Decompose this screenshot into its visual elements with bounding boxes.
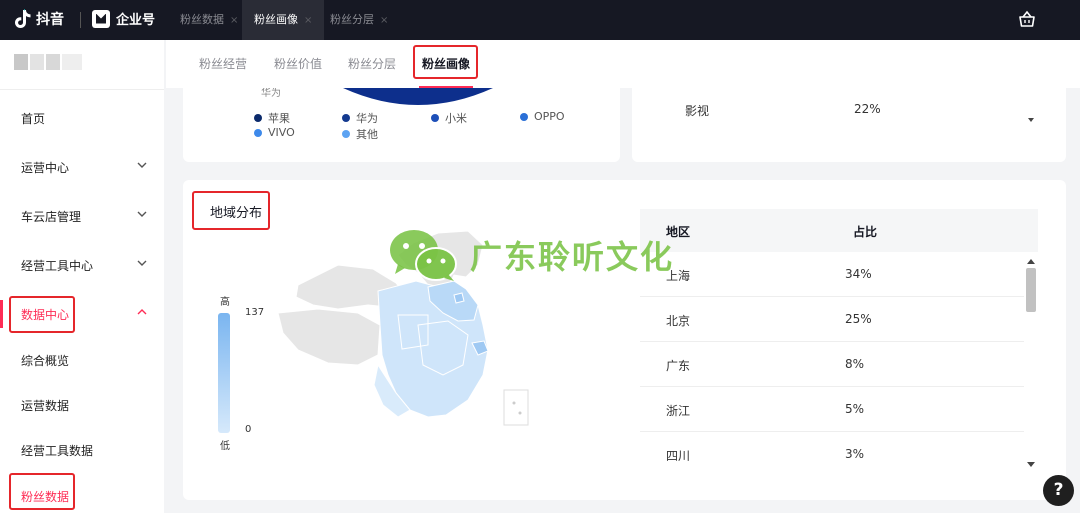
- legend-label: VIVO: [268, 126, 295, 139]
- device-pie-chart: [343, 88, 493, 105]
- sidebar: 首页 运营中心 车云店管理 经营工具中心 数据中心 综合概览 运营数据 经营工具…: [0, 40, 164, 513]
- top-tab-fan-profile[interactable]: 粉丝画像 ×: [242, 0, 325, 40]
- douyin-logo[interactable]: 抖音: [14, 9, 64, 29]
- account-avatar[interactable]: [14, 54, 82, 70]
- region-name: 浙江: [666, 404, 691, 418]
- tab-fan-management[interactable]: 粉丝经营: [199, 55, 247, 72]
- chevron-up-icon: [137, 309, 147, 315]
- table-row: 上海 34%: [640, 252, 1024, 297]
- legend-item: VIVO: [254, 126, 295, 139]
- table-row: 四川 3%: [640, 432, 1024, 477]
- region-share: 5%: [845, 402, 865, 416]
- top-bar: 抖音 企业号 粉丝数据 × 粉丝画像 × 粉丝分层 ×: [0, 0, 1080, 40]
- sidebar-subitem-label: 综合概览: [21, 354, 70, 368]
- region-name: 四川: [666, 449, 691, 463]
- legend-item: OPPO: [520, 110, 565, 123]
- highlight-box-tab: [413, 45, 478, 79]
- interest-name: 影视: [685, 104, 710, 118]
- legend-label: OPPO: [534, 110, 565, 123]
- active-indicator: [0, 300, 3, 328]
- map-legend-bar[interactable]: [218, 313, 230, 433]
- chevron-down-icon: [137, 260, 147, 266]
- brand-divider: [80, 12, 81, 28]
- region-share: 25%: [845, 312, 872, 326]
- legend-label: 小米: [445, 112, 467, 125]
- enterprise-logo[interactable]: 企业号: [92, 9, 155, 28]
- legend-dot: [431, 114, 439, 122]
- top-tab-label: 粉丝数据: [180, 13, 224, 26]
- legend-high-label: 高: [220, 297, 230, 308]
- enterprise-icon: [92, 9, 110, 28]
- sidebar-item-tools[interactable]: 经营工具中心: [0, 243, 164, 287]
- scrollbar[interactable]: [1026, 88, 1036, 128]
- legend-dot: [342, 114, 350, 122]
- legend-item: 小米: [431, 110, 467, 126]
- legend-label: 苹果: [268, 112, 290, 125]
- highlight-box-title: [192, 191, 270, 230]
- table-row: 广东 8%: [640, 342, 1024, 387]
- top-tab-fan-data[interactable]: 粉丝数据 ×: [168, 0, 250, 40]
- legend-item: 华为: [342, 110, 378, 126]
- legend-dot: [342, 130, 350, 138]
- tab-fan-value[interactable]: 粉丝价值: [274, 55, 322, 72]
- top-tab-fan-tier[interactable]: 粉丝分层 ×: [318, 0, 400, 40]
- sidebar-subitem-label: 经营工具数据: [21, 444, 94, 458]
- legend-max-value: 137: [245, 307, 265, 318]
- region-name: 广东: [666, 359, 691, 373]
- legend-item: 苹果: [254, 110, 290, 126]
- table-header: 地区 占比: [640, 209, 1038, 252]
- sidebar-item-home[interactable]: 首页: [0, 96, 164, 140]
- close-icon[interactable]: ×: [380, 15, 388, 26]
- legend-label: 其他: [356, 128, 378, 141]
- close-icon[interactable]: ×: [304, 15, 312, 26]
- chevron-down-icon: [137, 162, 147, 168]
- table-scrollbar[interactable]: [1024, 254, 1038, 472]
- sidebar-item-car-store[interactable]: 车云店管理: [0, 194, 164, 238]
- legend-min-value: 0: [245, 424, 252, 435]
- region-share: 3%: [845, 447, 865, 461]
- highlight-box-fan-data: [9, 473, 75, 510]
- table-row: 北京 25%: [640, 297, 1024, 342]
- device-card: 华为: [183, 88, 620, 162]
- region-share: 8%: [845, 357, 865, 371]
- region-share: 34%: [845, 267, 872, 281]
- sidebar-item-label: 首页: [21, 112, 46, 126]
- wechat-icon: [390, 230, 457, 281]
- watermark: 广东聆听文化: [388, 228, 674, 282]
- sidebar-subitem-overview[interactable]: 综合概览: [0, 340, 164, 380]
- sidebar-divider: [0, 89, 164, 90]
- legend-item: 其他: [342, 126, 378, 142]
- brand-label: 抖音: [36, 12, 64, 28]
- legend-label: 华为: [356, 112, 378, 125]
- basket-icon[interactable]: [1018, 10, 1036, 28]
- top-tab-label: 粉丝画像: [254, 13, 298, 26]
- douyin-icon: [15, 9, 31, 28]
- watermark-text: 广东聆听文化: [470, 238, 675, 276]
- chevron-down-icon: [137, 211, 147, 217]
- sidebar-item-operations[interactable]: 运营中心: [0, 145, 164, 189]
- help-button[interactable]: ?: [1043, 475, 1074, 506]
- table-row: 浙江 5%: [640, 387, 1024, 432]
- sidebar-subitem-label: 运营数据: [21, 399, 70, 413]
- enterprise-label: 企业号: [116, 13, 156, 28]
- legend-low-label: 低: [220, 441, 230, 452]
- region-name: 北京: [666, 314, 691, 328]
- top-tab-label: 粉丝分层: [330, 13, 374, 26]
- legend-dot: [520, 112, 528, 121]
- interest-value: 22%: [854, 102, 881, 116]
- legend-dot: [254, 114, 262, 122]
- highlight-box-data-center: [9, 296, 75, 333]
- close-icon[interactable]: ×: [230, 15, 238, 26]
- sidebar-item-label: 车云店管理: [21, 210, 82, 224]
- column-header-share: 占比: [853, 225, 878, 239]
- pie-slice-label: 华为: [261, 88, 281, 99]
- tab-fan-tier[interactable]: 粉丝分层: [348, 55, 396, 72]
- sidebar-item-label: 运营中心: [21, 161, 70, 175]
- legend-dot: [254, 128, 262, 137]
- sidebar-item-label: 经营工具中心: [21, 259, 94, 273]
- sidebar-subitem-tools-data[interactable]: 经营工具数据: [0, 430, 164, 470]
- sub-tabs: 粉丝经营 粉丝价值 粉丝分层 粉丝画像: [166, 40, 1080, 88]
- sidebar-subitem-operations-data[interactable]: 运营数据: [0, 385, 164, 425]
- interest-card: 影视 22%: [632, 88, 1066, 162]
